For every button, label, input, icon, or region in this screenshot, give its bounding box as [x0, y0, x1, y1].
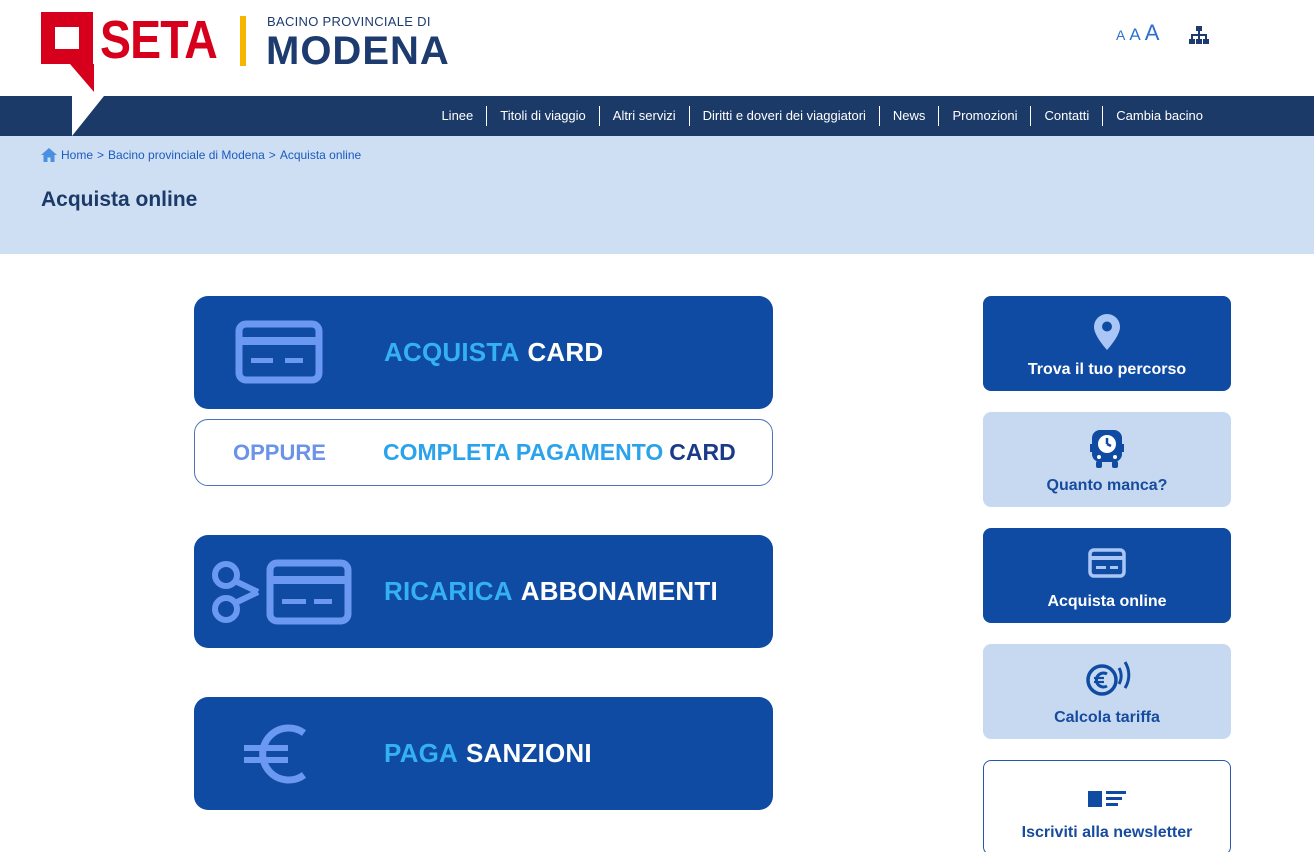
credit-card-icon: [1088, 548, 1126, 578]
breadcrumb-bacino-link[interactable]: Bacino provinciale di Modena: [108, 148, 265, 162]
nav-item-contatti[interactable]: Contatti: [1030, 106, 1102, 126]
font-size-medium-button[interactable]: A: [1129, 25, 1140, 45]
bus-clock-icon: [1090, 430, 1124, 468]
breadcrumb-separator: >: [97, 148, 105, 162]
complete-card-payment-button[interactable]: OPPURE COMPLETA PAGAMENTO CARD: [194, 419, 773, 486]
buy-online-widget[interactable]: Acquista online: [983, 528, 1231, 623]
find-route-label: Trova il tuo percorso: [1027, 361, 1187, 378]
time-to-arrival-widget[interactable]: Quanto manca?: [983, 412, 1231, 507]
breadcrumb-current: Acquista online: [279, 148, 362, 162]
credit-card-icon: [235, 320, 323, 384]
nav-menu: Linee Titoli di viaggio Altri servizi Di…: [428, 96, 1216, 136]
nav-item-news[interactable]: News: [878, 106, 939, 126]
nav-item-altri-servizi[interactable]: Altri servizi: [598, 106, 689, 126]
oppure-label: OPPURE: [233, 439, 326, 465]
breadcrumb-separator: >: [268, 148, 276, 162]
sitemap-icon[interactable]: [1189, 26, 1209, 44]
calculate-fare-label: Calcola tariffa: [1054, 709, 1160, 726]
euro-contactless-icon: [1086, 661, 1131, 696]
font-size-small-button[interactable]: A: [1116, 27, 1125, 43]
breadcrumb: Home > Bacino provinciale di Modena > Ac…: [41, 148, 361, 162]
font-size-large-button[interactable]: A: [1145, 20, 1160, 46]
nav-item-diritti-e-doveri[interactable]: Diritti e doveri dei viaggiatori: [688, 106, 879, 126]
pay-fines-button[interactable]: PAGA SANZIONI: [194, 697, 773, 810]
newsletter-icon: [1088, 791, 1126, 807]
logo-separator: [240, 16, 246, 66]
recharge-label-light: RICARICA: [384, 576, 513, 606]
find-route-widget[interactable]: Trova il tuo percorso: [983, 296, 1231, 391]
recharge-subscription-button[interactable]: RICARICA ABBONAMENTI: [194, 535, 773, 648]
breadcrumb-home-link[interactable]: Home: [61, 148, 93, 162]
site-header: SETA BACINO PROVINCIALE DI MODENA A A A: [0, 0, 1314, 96]
logo-city: MODENA: [266, 29, 450, 73]
nav-item-cambia-bacino[interactable]: Cambia bacino: [1102, 106, 1216, 126]
home-icon[interactable]: [41, 148, 57, 162]
fines-label-light: PAGA: [384, 738, 458, 768]
nav-item-promozioni[interactable]: Promozioni: [938, 106, 1030, 126]
buy-card-button[interactable]: ACQUISTA CARD: [194, 296, 773, 409]
euro-icon: [244, 724, 307, 784]
complete-payment-label-light: COMPLETA PAGAMENTO: [383, 439, 664, 465]
nav-item-linee[interactable]: Linee: [428, 106, 486, 126]
font-size-controls: A A A: [1116, 20, 1159, 46]
logo-subtitle: BACINO PROVINCIALE DI: [267, 14, 431, 29]
logo-mark: [41, 12, 93, 64]
fines-label-bold: SANZIONI: [466, 738, 592, 768]
logo-tail: [70, 64, 94, 92]
newsletter-widget[interactable]: Iscriviti alla newsletter: [983, 760, 1231, 852]
page-title: Acquista online: [41, 188, 198, 211]
buy-card-label-light: ACQUISTA: [384, 337, 520, 367]
logo-brand-name: SETA: [100, 10, 218, 70]
newsletter-label: Iscriviti alla newsletter: [1021, 824, 1193, 841]
time-to-arrival-label: Quanto manca?: [1046, 477, 1168, 494]
nav-item-titoli-di-viaggio[interactable]: Titoli di viaggio: [486, 106, 599, 126]
recharge-label-bold: ABBONAMENTI: [520, 576, 718, 606]
map-pin-icon: [1094, 314, 1120, 350]
calculate-fare-widget[interactable]: Calcola tariffa: [983, 644, 1231, 739]
complete-payment-label-bold: CARD: [669, 439, 736, 465]
buy-card-label-bold: CARD: [527, 337, 604, 367]
buy-online-label: Acquista online: [1047, 593, 1167, 610]
scissors-card-icon: [212, 559, 352, 625]
logo-notch: [72, 96, 104, 136]
